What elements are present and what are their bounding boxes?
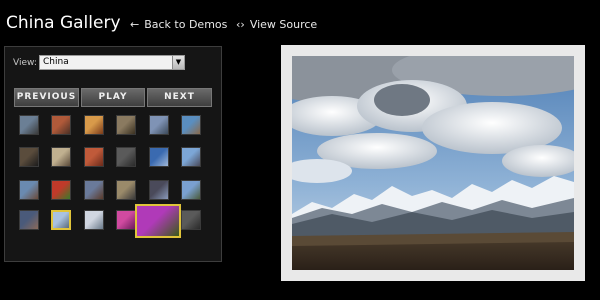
thumb-17[interactable]	[149, 180, 169, 200]
thumb-11[interactable]	[149, 147, 169, 167]
play-button[interactable]: PLAY	[81, 88, 145, 107]
thumb-19[interactable]	[19, 210, 39, 230]
previous-button[interactable]: PREVIOUS	[14, 88, 79, 107]
view-label: View:	[13, 58, 37, 68]
thumb-7[interactable]	[19, 147, 39, 167]
thumb-24[interactable]	[181, 210, 201, 230]
thumb-15[interactable]	[84, 180, 104, 200]
thumb-10[interactable]	[116, 147, 136, 167]
view-select[interactable]: China ▼	[39, 55, 185, 70]
thumb-3[interactable]	[84, 115, 104, 135]
back-to-demos-link[interactable]: ← Back to Demos	[130, 18, 227, 32]
thumb-8[interactable]	[51, 147, 71, 167]
thumb-5[interactable]	[149, 115, 169, 135]
chevron-down-icon[interactable]: ▼	[172, 56, 184, 69]
thumb-6[interactable]	[181, 115, 201, 135]
gallery-panel: View: China ▼ PREVIOUS PLAY NEXT	[4, 46, 222, 262]
thumb-23[interactable]	[135, 204, 181, 238]
thumb-4[interactable]	[116, 115, 136, 135]
thumb-13[interactable]	[19, 180, 39, 200]
thumb-1[interactable]	[19, 115, 39, 135]
view-source-label: View Source	[249, 18, 318, 31]
back-to-demos-label: Back to Demos	[144, 18, 228, 31]
view-select-value: China	[43, 57, 69, 67]
code-brackets-icon: ‹›	[236, 18, 245, 31]
thumb-22[interactable]	[116, 210, 136, 230]
thumb-12[interactable]	[181, 147, 201, 167]
thumb-9[interactable]	[84, 147, 104, 167]
page-title: China Gallery	[6, 13, 121, 33]
thumb-16[interactable]	[116, 180, 136, 200]
thumb-18[interactable]	[181, 180, 201, 200]
next-button[interactable]: NEXT	[147, 88, 212, 107]
arrow-left-icon: ←	[130, 18, 140, 31]
thumb-14[interactable]	[51, 180, 71, 200]
main-photo-frame	[281, 45, 585, 281]
thumb-21[interactable]	[84, 210, 104, 230]
view-source-link[interactable]: ‹› View Source	[236, 18, 317, 32]
thumb-20[interactable]	[51, 210, 71, 230]
thumb-2[interactable]	[51, 115, 71, 135]
main-photo	[292, 56, 574, 270]
